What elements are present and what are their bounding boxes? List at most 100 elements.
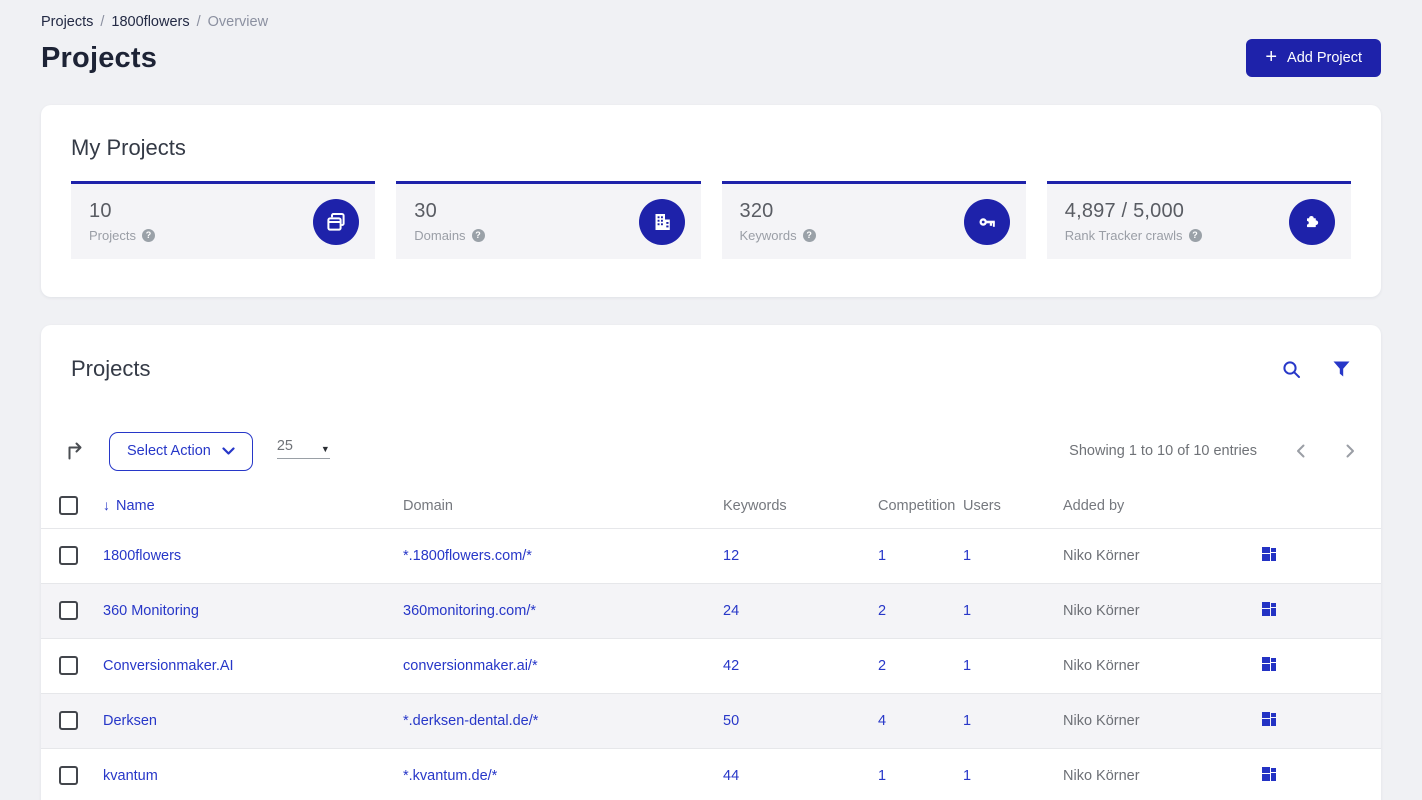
row-checkbox[interactable] bbox=[59, 711, 78, 730]
add-project-button[interactable]: + Add Project bbox=[1246, 39, 1381, 77]
projects-table-panel: Projects Select Action 25 ▼ Showing 1 to… bbox=[41, 325, 1381, 800]
project-keywords-value[interactable]: 50 bbox=[723, 713, 739, 729]
project-users-value[interactable]: 1 bbox=[963, 768, 971, 784]
breadcrumb-overview: Overview bbox=[207, 14, 269, 30]
project-competition-value[interactable]: 4 bbox=[878, 713, 886, 729]
dashboard-grid-icon[interactable] bbox=[1262, 656, 1277, 671]
my-projects-title: My Projects bbox=[71, 135, 186, 160]
column-header-competition[interactable]: Competition bbox=[878, 484, 963, 528]
column-header-domain[interactable]: Domain bbox=[403, 484, 723, 528]
stat-value-domains: 30 bbox=[414, 200, 437, 222]
table-row: 360 Monitoring 360monitoring.com/* 24 2 … bbox=[41, 583, 1381, 638]
project-domain-link[interactable]: conversionmaker.ai/* bbox=[403, 658, 538, 674]
plus-icon: + bbox=[1265, 46, 1278, 68]
stat-value-keywords: 320 bbox=[739, 200, 774, 222]
stat-card-domains: 30 Domains ? bbox=[396, 181, 701, 259]
dashboard-grid-icon[interactable] bbox=[1262, 601, 1277, 616]
filter-icon[interactable] bbox=[1332, 360, 1351, 379]
dashboard-grid-icon[interactable] bbox=[1262, 546, 1277, 561]
table-row: kvantum *.kvantum.de/* 44 1 1 Niko Körne… bbox=[41, 748, 1381, 800]
select-action-dropdown[interactable]: Select Action bbox=[109, 431, 253, 471]
caret-down-icon: ▼ bbox=[320, 443, 330, 454]
chevron-down-icon bbox=[222, 446, 235, 455]
project-competition-value[interactable]: 1 bbox=[878, 548, 886, 564]
stat-card-keywords: 320 Keywords ? bbox=[721, 181, 1026, 259]
added-by-value: Niko Körner bbox=[1063, 767, 1140, 784]
dashboard-grid-icon[interactable] bbox=[1262, 766, 1277, 781]
help-icon[interactable]: ? bbox=[141, 229, 155, 242]
breadcrumb-1800flowers[interactable]: 1800flowers bbox=[111, 14, 189, 30]
added-by-value: Niko Körner bbox=[1063, 657, 1140, 674]
project-name-link[interactable]: 360 Monitoring bbox=[103, 603, 199, 619]
project-name-link[interactable]: 1800flowers bbox=[103, 548, 181, 564]
breadcrumb-separator: / bbox=[100, 14, 105, 30]
project-keywords-value[interactable]: 44 bbox=[723, 768, 739, 784]
pagination-prev-icon[interactable] bbox=[1294, 442, 1307, 460]
stat-value-crawls: 4,897 / 5,000 bbox=[1064, 200, 1185, 222]
row-checkbox[interactable] bbox=[59, 766, 78, 785]
column-header-name[interactable]: ↓ Name bbox=[103, 484, 403, 528]
projects-table-title: Projects bbox=[71, 356, 151, 381]
project-keywords-value[interactable]: 42 bbox=[723, 658, 739, 674]
stat-card-crawls: 4,897 / 5,000 Rank Tracker crawls ? bbox=[1046, 181, 1351, 259]
dashboard-grid-icon[interactable] bbox=[1262, 711, 1277, 726]
sort-desc-icon: ↓ bbox=[103, 497, 110, 514]
stat-card-projects: 10 Projects ? bbox=[71, 181, 376, 259]
project-users-value[interactable]: 1 bbox=[963, 603, 971, 619]
project-competition-value[interactable]: 2 bbox=[878, 603, 886, 619]
stats-row: 10 Projects ? 30 Domains ? 320 Keywords … bbox=[71, 181, 1351, 259]
add-project-label: Add Project bbox=[1287, 50, 1362, 66]
stat-label-domains: Domains bbox=[414, 228, 466, 243]
stat-value-projects: 10 bbox=[89, 200, 112, 222]
page-header: Projects + Add Project bbox=[41, 39, 1381, 77]
help-icon[interactable]: ? bbox=[802, 229, 816, 242]
project-users-value[interactable]: 1 bbox=[963, 713, 971, 729]
project-users-value[interactable]: 1 bbox=[963, 548, 971, 564]
project-competition-value[interactable]: 1 bbox=[878, 768, 886, 784]
page-root: Projects / 1800flowers / Overview Projec… bbox=[0, 0, 1422, 800]
breadcrumb: Projects / 1800flowers / Overview bbox=[41, 0, 1381, 30]
row-checkbox[interactable] bbox=[59, 656, 78, 675]
column-header-keywords[interactable]: Keywords bbox=[723, 484, 878, 528]
table-row: Derksen *.derksen-dental.de/* 50 4 1 Nik… bbox=[41, 693, 1381, 748]
key-icon bbox=[963, 198, 1010, 245]
column-header-users[interactable]: Users bbox=[963, 484, 1063, 528]
select-all-checkbox[interactable] bbox=[59, 496, 78, 516]
my-projects-panel: My Projects 10 Projects ? 30 Domains ? 3… bbox=[41, 105, 1381, 297]
breadcrumb-separator: / bbox=[196, 14, 201, 30]
project-domain-link[interactable]: *.derksen-dental.de/* bbox=[403, 713, 538, 729]
export-arrow-icon[interactable] bbox=[65, 440, 87, 462]
project-domain-link[interactable]: *.kvantum.de/* bbox=[403, 768, 497, 784]
page-size-select[interactable]: 25 ▼ bbox=[276, 438, 330, 459]
added-by-value: Niko Körner bbox=[1063, 547, 1140, 564]
projects-table: ↓ Name Domain Keywords Competition Users … bbox=[41, 484, 1381, 800]
table-toolbar: Select Action 25 ▼ Showing 1 to 10 of 10… bbox=[41, 431, 1381, 471]
project-name-link[interactable]: Derksen bbox=[103, 713, 157, 729]
stat-label-projects: Projects bbox=[89, 228, 136, 243]
projects-panel-head: Projects bbox=[41, 355, 1381, 383]
project-domain-link[interactable]: *.1800flowers.com/* bbox=[403, 548, 532, 564]
project-name-link[interactable]: Conversionmaker.AI bbox=[103, 658, 234, 674]
added-by-value: Niko Körner bbox=[1063, 602, 1140, 619]
project-name-link[interactable]: kvantum bbox=[103, 768, 158, 784]
puzzle-icon bbox=[1289, 198, 1335, 245]
breadcrumb-projects[interactable]: Projects bbox=[41, 14, 93, 30]
project-keywords-value[interactable]: 12 bbox=[723, 548, 739, 564]
project-users-value[interactable]: 1 bbox=[963, 658, 971, 674]
showing-entries-text: Showing 1 to 10 of 10 entries bbox=[1069, 443, 1257, 459]
project-domain-link[interactable]: 360monitoring.com/* bbox=[403, 603, 536, 619]
help-icon[interactable]: ? bbox=[1188, 229, 1202, 242]
projects-stack-icon bbox=[313, 198, 360, 245]
help-icon[interactable]: ? bbox=[471, 229, 485, 242]
column-header-added-by[interactable]: Added by bbox=[1063, 484, 1262, 528]
row-checkbox[interactable] bbox=[59, 601, 78, 620]
stat-label-crawls: Rank Tracker crawls bbox=[1064, 228, 1183, 243]
search-icon[interactable] bbox=[1281, 359, 1302, 380]
project-keywords-value[interactable]: 24 bbox=[723, 603, 739, 619]
table-header-row: ↓ Name Domain Keywords Competition Users … bbox=[41, 484, 1381, 528]
stat-label-keywords: Keywords bbox=[739, 228, 797, 243]
project-competition-value[interactable]: 2 bbox=[878, 658, 886, 674]
row-checkbox[interactable] bbox=[59, 546, 78, 565]
building-icon bbox=[638, 198, 685, 245]
pagination-next-icon[interactable] bbox=[1344, 442, 1357, 460]
